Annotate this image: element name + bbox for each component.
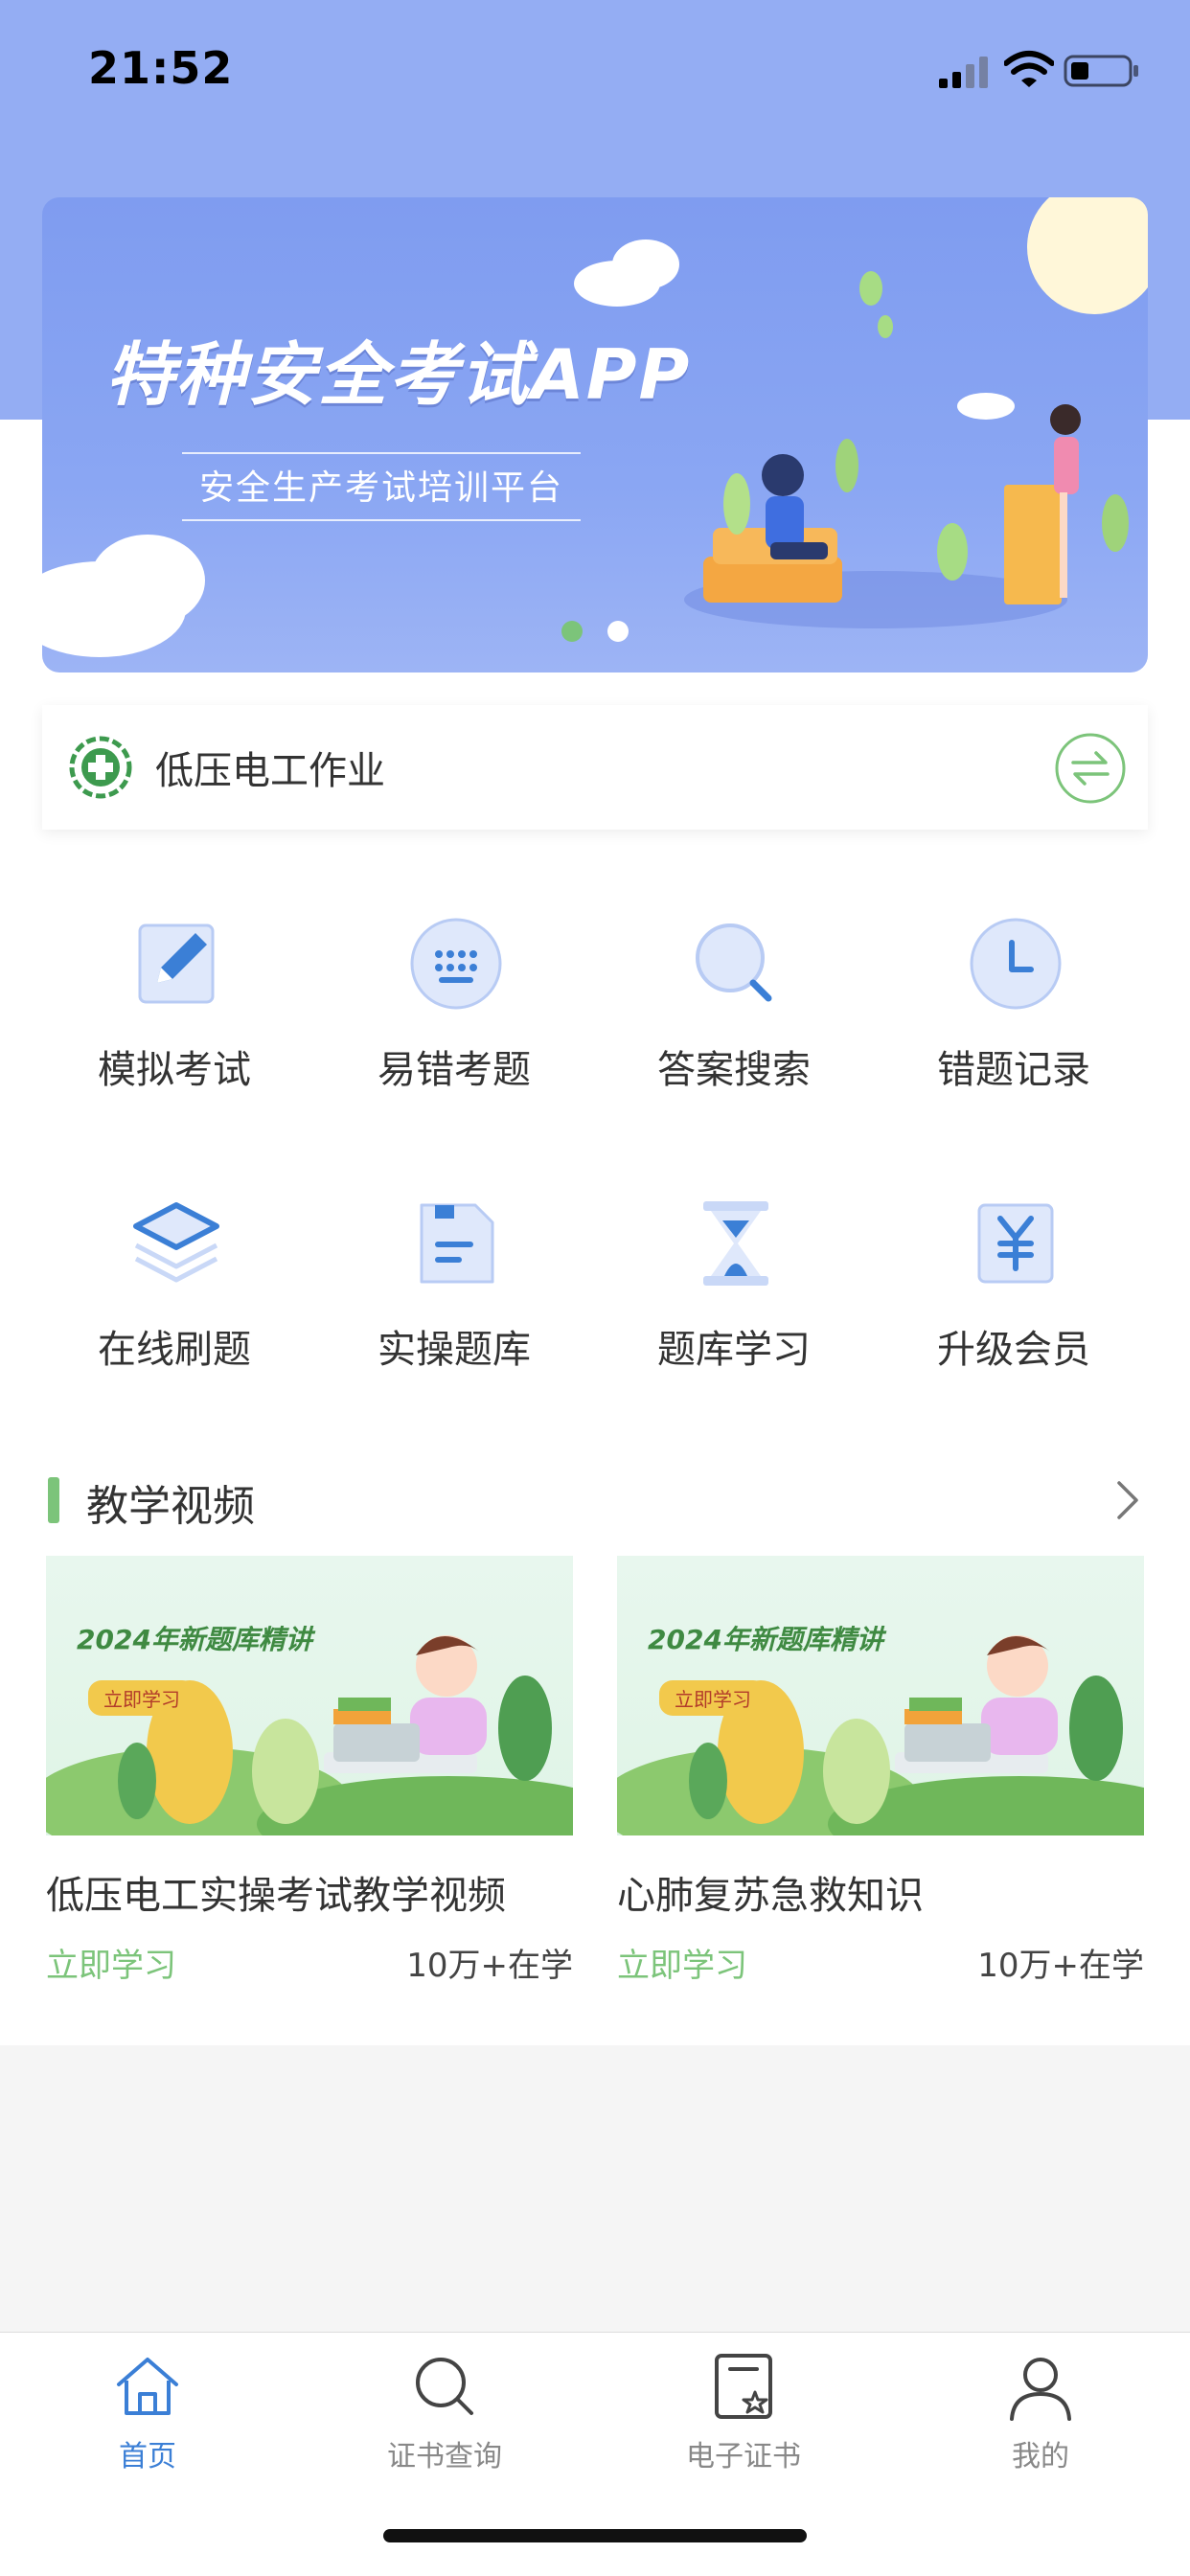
nav-certificate-query[interactable]: 证书查询 (349, 2352, 540, 2486)
feature-online-practice[interactable]: 在线刷题 (59, 1196, 289, 1406)
status-time: 21:52 (88, 42, 234, 94)
feature-label: 题库学习 (657, 1328, 811, 1372)
thumbnail-study-badge: 立即学习 (659, 1680, 767, 1716)
feature-bank-study[interactable]: 题库学习 (619, 1196, 849, 1406)
nav-profile[interactable]: 我的 (945, 2352, 1136, 2486)
nav-home[interactable]: 首页 (52, 2352, 243, 2486)
feature-label: 在线刷题 (98, 1328, 251, 1372)
wifi-icon (1004, 51, 1054, 87)
feature-label: 模拟考试 (98, 1048, 251, 1092)
learner-count: 10万+在学 (406, 1947, 573, 1985)
category-selector[interactable]: 低压电工作业 (42, 705, 1148, 830)
thumbnail-heading: 2024年新题库精讲 (77, 1624, 312, 1655)
search-icon (696, 923, 772, 1002)
banner-divider (182, 452, 581, 454)
feature-label: 易错考题 (378, 1048, 531, 1092)
feature-label: 答案搜索 (657, 1048, 811, 1092)
section-title: 教学视频 (86, 1482, 255, 1531)
banner-subtitle: 安全生产考试培训平台 (198, 468, 563, 508)
clock-icon (970, 918, 1062, 1010)
thumbnail-study-badge: 立即学习 (88, 1680, 195, 1716)
yen-icon (977, 1203, 1054, 1284)
document-icon (420, 1203, 494, 1284)
nav-label: 我的 (1012, 2440, 1069, 2473)
feature-label: 升级会员 (937, 1328, 1090, 1372)
video-thumbnail[interactable]: 2024年新题库精讲 立即学习 (46, 1556, 573, 1835)
banner-illustration (42, 197, 1148, 657)
hourglass-icon (703, 1201, 768, 1286)
video-card[interactable]: 2024年新题库精讲 立即学习 心肺复苏急救知识 立即学习 10万+在学 (617, 1556, 1144, 1987)
video-title: 心肺复苏急救知识 (617, 1874, 924, 1918)
feature-upgrade-member[interactable]: 升级会员 (899, 1196, 1129, 1406)
video-card[interactable]: 2024年新题库精讲 立即学习 低压电工实操考试教学视频 立即学习 10万+在学 (46, 1556, 573, 1987)
banner-title: 特种安全考试APP (105, 334, 692, 415)
feature-practical-bank[interactable]: 实操题库 (339, 1196, 569, 1406)
video-thumbnail[interactable]: 2024年新题库精讲 立即学习 (617, 1556, 1144, 1835)
thumbnail-heading: 2024年新题库精讲 (648, 1624, 883, 1655)
study-now-link[interactable]: 立即学习 (617, 1939, 747, 1986)
learner-count: 10万+在学 (977, 1947, 1144, 1985)
feature-mistake-record[interactable]: 错题记录 (899, 916, 1129, 1127)
section-accent-bar (48, 1477, 59, 1523)
category-name: 低压电工作业 (155, 749, 385, 793)
edit-icon (138, 923, 215, 1004)
video-title: 低压电工实操考试教学视频 (46, 1874, 506, 1918)
nav-e-certificate[interactable]: 电子证书 (648, 2352, 839, 2486)
signal-icon (939, 57, 988, 88)
layers-icon (133, 1202, 219, 1283)
banner-divider (182, 519, 581, 521)
nav-label: 证书查询 (387, 2440, 502, 2473)
nav-label: 首页 (119, 2440, 176, 2473)
user-icon (1010, 2358, 1071, 2421)
safety-cross-icon (69, 736, 132, 799)
home-indicator[interactable] (383, 2529, 807, 2542)
chevron-right-icon[interactable] (1108, 1475, 1146, 1525)
feature-mock-exam[interactable]: 模拟考试 (59, 916, 289, 1127)
feature-error-prone[interactable]: 易错考题 (339, 916, 569, 1127)
home-icon (117, 2358, 178, 2415)
battery-icon (1064, 55, 1138, 87)
study-now-link[interactable]: 立即学习 (46, 1939, 176, 1986)
carousel-dot-active[interactable] (561, 621, 583, 642)
feature-answer-search[interactable]: 答案搜索 (619, 916, 849, 1127)
search-icon (416, 2358, 473, 2415)
promo-banner[interactable]: 特种安全考试APP 安全生产考试培训平台 (42, 197, 1148, 672)
keyboard-icon (410, 918, 502, 1010)
feature-label: 实操题库 (378, 1328, 531, 1372)
carousel-dot[interactable] (607, 621, 629, 642)
switch-icon[interactable] (1054, 732, 1127, 805)
certificate-icon (715, 2354, 772, 2419)
feature-label: 错题记录 (937, 1048, 1090, 1092)
nav-label: 电子证书 (686, 2440, 801, 2473)
